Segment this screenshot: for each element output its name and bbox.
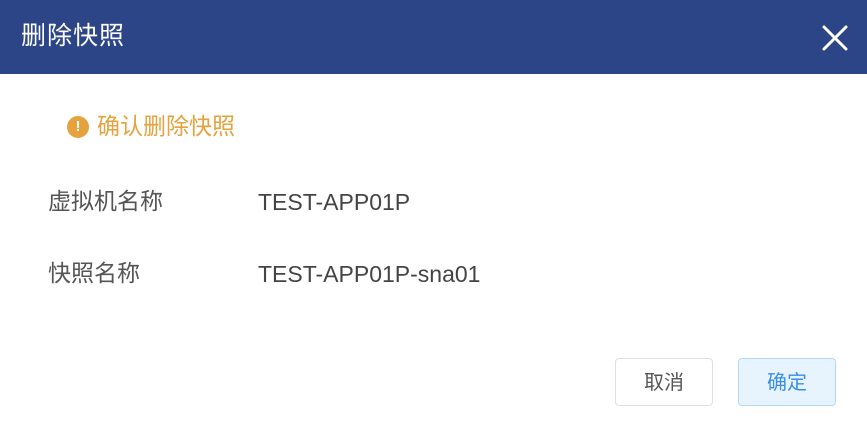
warning-message: ! 确认删除快照 [67, 111, 235, 143]
close-icon [822, 25, 848, 51]
vm-name-value: TEST-APP01P [258, 189, 411, 215]
snapshot-name-label: 快照名称 [48, 261, 140, 287]
snapshot-name-row: 快照名称 TEST-APP01P-sna01 [48, 257, 480, 291]
cancel-button[interactable]: 取消 [615, 358, 713, 406]
vm-name-label: 虚拟机名称 [48, 189, 163, 215]
snapshot-name-value: TEST-APP01P-sna01 [258, 261, 481, 287]
dialog-header: 删除快照 [0, 0, 867, 74]
close-button[interactable] [821, 24, 849, 52]
dialog-title: 删除快照 [21, 21, 126, 50]
exclamation-circle-icon: ! [67, 116, 89, 138]
confirm-button[interactable]: 确定 [738, 358, 836, 406]
warning-text: 确认删除快照 [97, 114, 235, 140]
vm-name-row: 虚拟机名称 TEST-APP01P [48, 185, 410, 219]
delete-snapshot-dialog: 删除快照 ! 确认删除快照 虚拟机名称 TEST-APP01P 快照名称 TES… [0, 0, 867, 440]
